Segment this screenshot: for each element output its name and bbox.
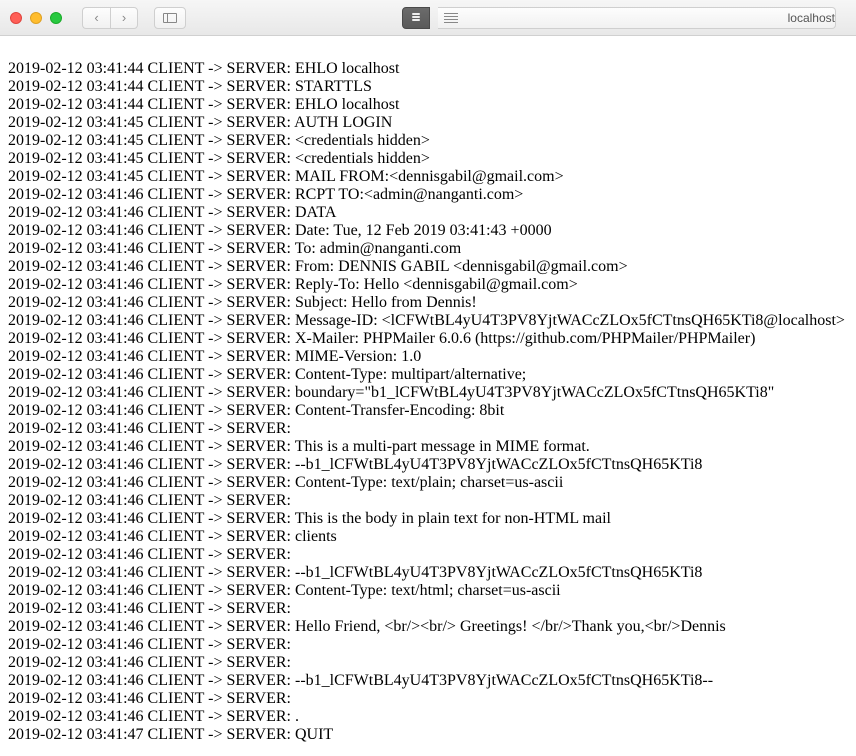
- reader-mode-button[interactable]: [402, 7, 430, 29]
- reader-icon: [410, 12, 422, 24]
- log-line: 2019-02-12 03:41:46 CLIENT -> SERVER: RC…: [8, 186, 848, 204]
- sidebar-icon: [163, 13, 177, 23]
- log-line: 2019-02-12 03:41:46 CLIENT -> SERVER: Re…: [8, 276, 848, 294]
- window-controls: [10, 12, 62, 24]
- log-line: 2019-02-12 03:41:46 CLIENT -> SERVER: --…: [8, 456, 848, 474]
- log-line: 2019-02-12 03:41:44 CLIENT -> SERVER: EH…: [8, 60, 848, 78]
- log-line: 2019-02-12 03:41:47 CLIENT -> SERVER: QU…: [8, 726, 848, 744]
- page-content: 2019-02-12 03:41:44 CLIENT -> SERVER: EH…: [0, 36, 856, 752]
- log-line: 2019-02-12 03:41:46 CLIENT -> SERVER: cl…: [8, 528, 848, 546]
- log-line: 2019-02-12 03:41:46 CLIENT -> SERVER: He…: [8, 618, 848, 636]
- forward-button[interactable]: ›: [110, 7, 138, 29]
- log-line: 2019-02-12 03:41:46 CLIENT -> SERVER: Co…: [8, 366, 848, 384]
- log-line: 2019-02-12 03:41:46 CLIENT -> SERVER:: [8, 690, 848, 708]
- address-text: localhost: [788, 11, 835, 25]
- chevron-right-icon: ›: [122, 10, 126, 25]
- log-line: 2019-02-12 03:41:46 CLIENT -> SERVER: Da…: [8, 222, 848, 240]
- log-line: 2019-02-12 03:41:46 CLIENT -> SERVER:: [8, 492, 848, 510]
- log-line: 2019-02-12 03:41:46 CLIENT -> SERVER: Me…: [8, 312, 848, 330]
- log-line: 2019-02-12 03:41:46 CLIENT -> SERVER:: [8, 420, 848, 438]
- chevron-left-icon: ‹: [94, 10, 98, 25]
- log-line: 2019-02-12 03:41:46 CLIENT -> SERVER:: [8, 654, 848, 672]
- log-line: 2019-02-12 03:41:46 CLIENT -> SERVER: Co…: [8, 402, 848, 420]
- log-line: 2019-02-12 03:41:46 CLIENT -> SERVER: --…: [8, 564, 848, 582]
- log-line: 2019-02-12 03:41:46 CLIENT -> SERVER: To…: [8, 240, 848, 258]
- log-line: 2019-02-12 03:41:46 CLIENT -> SERVER: Co…: [8, 474, 848, 492]
- log-line: 2019-02-12 03:41:46 CLIENT -> SERVER: Th…: [8, 438, 848, 456]
- log-line: 2019-02-12 03:41:46 CLIENT -> SERVER: --…: [8, 672, 848, 690]
- log-line: 2019-02-12 03:41:45 CLIENT -> SERVER: AU…: [8, 114, 848, 132]
- log-line: 2019-02-12 03:41:45 CLIENT -> SERVER: <c…: [8, 132, 848, 150]
- log-line: 2019-02-12 03:41:46 CLIENT -> SERVER:: [8, 546, 848, 564]
- log-line: 2019-02-12 03:41:46 CLIENT -> SERVER: X-…: [8, 330, 848, 348]
- nav-back-forward-group: ‹ ›: [82, 7, 138, 29]
- log-line: 2019-02-12 03:41:46 CLIENT -> SERVER: .: [8, 708, 848, 726]
- log-line: 2019-02-12 03:41:45 CLIENT -> SERVER: <c…: [8, 150, 848, 168]
- log-line: 2019-02-12 03:41:46 CLIENT -> SERVER: MI…: [8, 348, 848, 366]
- back-button[interactable]: ‹: [82, 7, 110, 29]
- log-line: 2019-02-12 03:41:45 CLIENT -> SERVER: MA…: [8, 168, 848, 186]
- log-line: 2019-02-12 03:41:46 CLIENT -> SERVER: DA…: [8, 204, 848, 222]
- reading-list-icon: [444, 13, 458, 23]
- minimize-window-button[interactable]: [30, 12, 42, 24]
- log-line: 2019-02-12 03:41:46 CLIENT -> SERVER: Th…: [8, 510, 848, 528]
- show-sidebar-button[interactable]: [154, 7, 186, 29]
- log-line: 2019-02-12 03:41:46 CLIENT -> SERVER:: [8, 600, 848, 618]
- browser-titlebar: ‹ › localhost: [0, 0, 856, 36]
- log-line: 2019-02-12 03:41:46 CLIENT -> SERVER: Co…: [8, 582, 848, 600]
- close-window-button[interactable]: [10, 12, 22, 24]
- log-line: 2019-02-12 03:41:46 CLIENT -> SERVER: Fr…: [8, 258, 848, 276]
- address-bar[interactable]: localhost: [438, 7, 836, 29]
- maximize-window-button[interactable]: [50, 12, 62, 24]
- log-line: 2019-02-12 03:41:46 CLIENT -> SERVER: Su…: [8, 294, 848, 312]
- log-line: 2019-02-12 03:41:44 CLIENT -> SERVER: ST…: [8, 78, 848, 96]
- log-line: 2019-02-12 03:41:44 CLIENT -> SERVER: EH…: [8, 96, 848, 114]
- log-line: 2019-02-12 03:41:46 CLIENT -> SERVER:: [8, 636, 848, 654]
- log-line: 2019-02-12 03:41:46 CLIENT -> SERVER: bo…: [8, 384, 848, 402]
